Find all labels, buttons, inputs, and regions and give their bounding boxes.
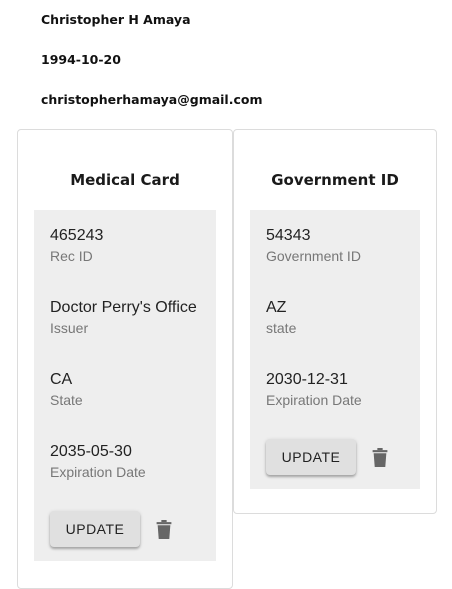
medical-card: Medical Card 465243 Rec ID Doctor Perry'… <box>17 129 233 589</box>
government-id-card: Government ID 54343 Government ID AZ sta… <box>233 129 437 514</box>
field-label: Expiration Date <box>266 392 362 408</box>
field-issuer: Doctor Perry's Office Issuer <box>50 298 197 337</box>
field-label: Expiration Date <box>50 464 146 480</box>
trash-icon[interactable] <box>372 448 388 467</box>
field-government-id: 54343 Government ID <box>266 226 361 265</box>
field-value: Doctor Perry's Office <box>50 299 197 316</box>
field-expiration-date: 2030-12-31 Expiration Date <box>266 370 362 409</box>
field-state: CA State <box>50 370 83 409</box>
field-label: State <box>50 392 83 408</box>
trash-icon[interactable] <box>156 520 172 539</box>
card-title: Medical Card <box>70 171 180 189</box>
field-value: 2035-05-30 <box>50 443 132 460</box>
field-expiration-date: 2035-05-30 Expiration Date <box>50 442 146 481</box>
field-value: 465243 <box>50 227 104 244</box>
field-rec-id: 465243 Rec ID <box>50 226 103 265</box>
profile-dob: 1994-10-20 <box>41 52 121 67</box>
profile-email: christopherhamaya@gmail.com <box>41 92 263 107</box>
update-button[interactable]: UPDATE <box>266 439 356 475</box>
field-value: 54343 <box>266 227 311 244</box>
field-state: AZ state <box>266 298 296 337</box>
field-label: Government ID <box>266 248 361 264</box>
field-value: CA <box>50 371 73 388</box>
update-button[interactable]: UPDATE <box>50 511 140 547</box>
field-value: AZ <box>266 299 287 316</box>
field-label: Issuer <box>50 320 89 336</box>
profile-name: Christopher H Amaya <box>41 12 191 27</box>
field-label: state <box>266 320 297 336</box>
field-label: Rec ID <box>50 248 93 264</box>
card-details-panel: 54343 Government ID AZ state 2030-12-31 … <box>250 210 420 489</box>
field-value: 2030-12-31 <box>266 371 348 388</box>
card-details-panel: 465243 Rec ID Doctor Perry's Office Issu… <box>34 210 216 561</box>
card-title: Government ID <box>271 171 399 189</box>
